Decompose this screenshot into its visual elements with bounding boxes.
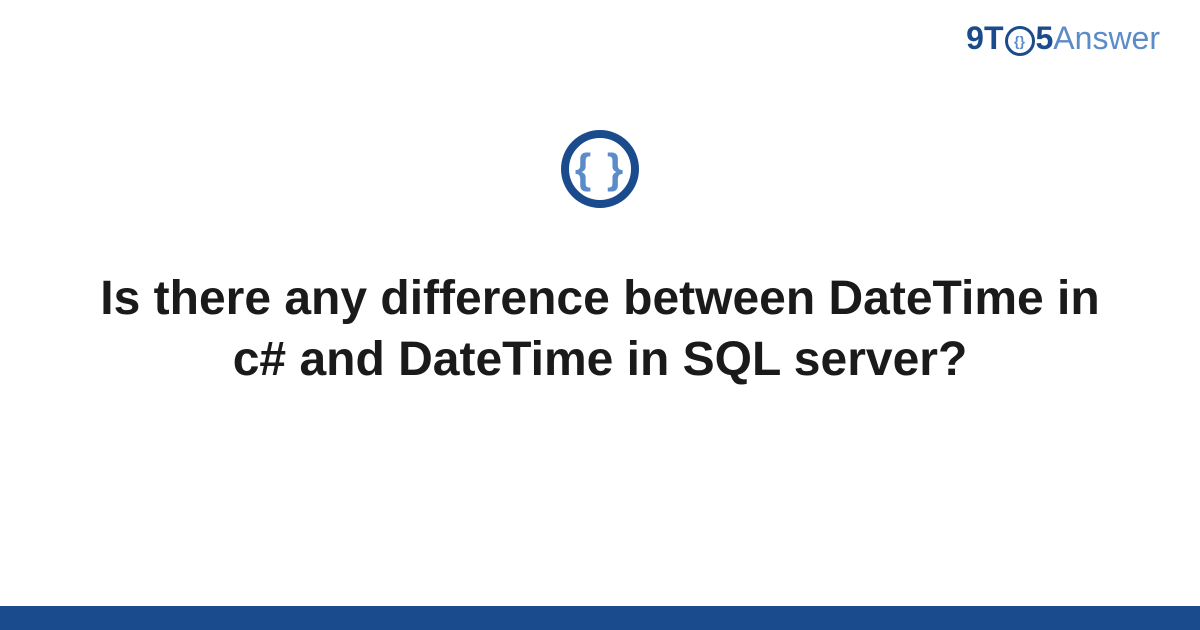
logo-circle-braces: {} — [1014, 33, 1025, 49]
logo-circle-icon: {} — [1005, 26, 1035, 56]
logo-text-5: 5 — [1036, 20, 1054, 57]
footer-accent-bar — [0, 606, 1200, 630]
category-badge-icon: { } — [561, 130, 639, 208]
main-content: { } Is there any difference between Date… — [0, 130, 1200, 391]
code-braces-icon: { } — [575, 145, 625, 193]
logo-text-answer: Answer — [1053, 20, 1160, 57]
logo-text-9t: 9T — [966, 20, 1003, 57]
question-title: Is there any difference between DateTime… — [80, 268, 1120, 391]
site-logo[interactable]: 9T {} 5Answer — [966, 20, 1160, 57]
